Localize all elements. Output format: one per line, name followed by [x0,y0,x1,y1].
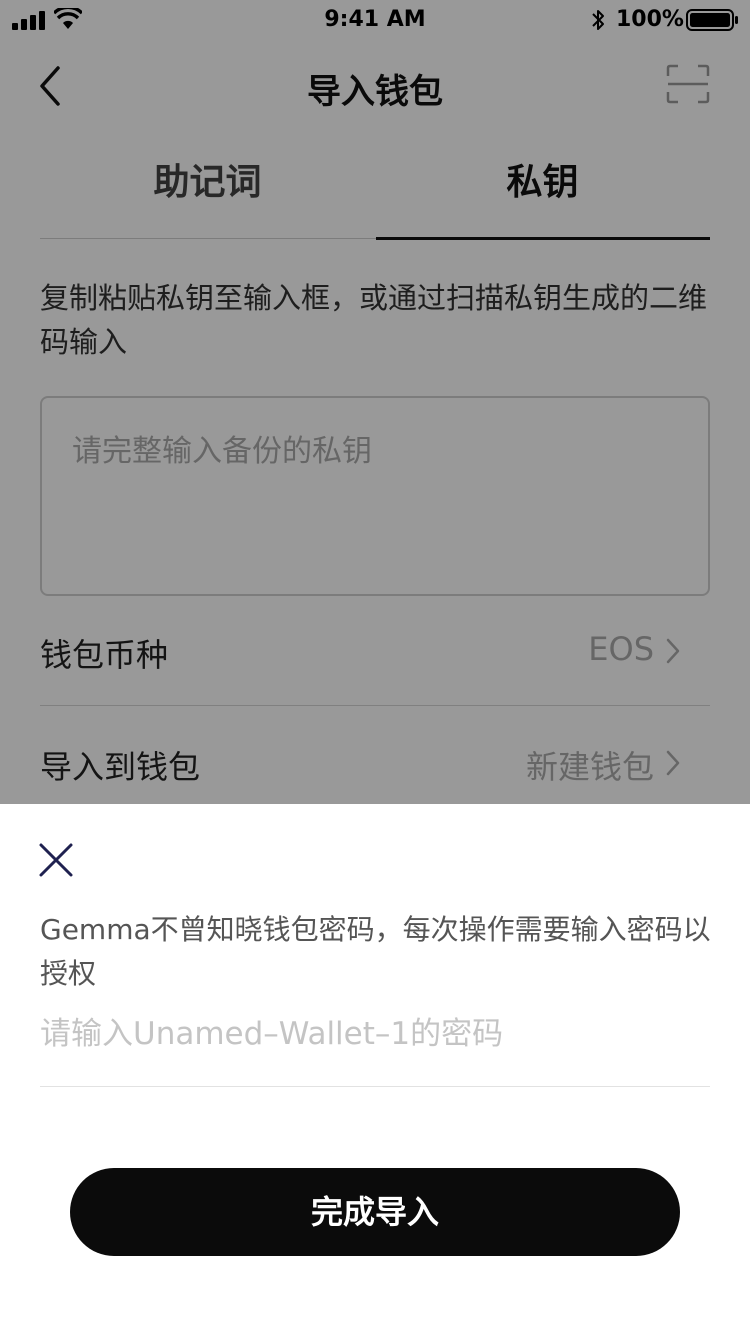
password-input[interactable] [40,1004,710,1064]
password-hint-text: Gemma不曾知晓钱包密码，每次操作需要输入密码以授权 [40,913,711,990]
password-divider [40,1086,710,1087]
modal-overlay[interactable] [0,0,750,804]
password-sheet: Gemma不曾知晓钱包密码，每次操作需要输入密码以授权 完成导入 [0,804,750,1334]
complete-import-button[interactable]: 完成导入 [70,1168,680,1256]
close-icon[interactable] [38,842,74,878]
